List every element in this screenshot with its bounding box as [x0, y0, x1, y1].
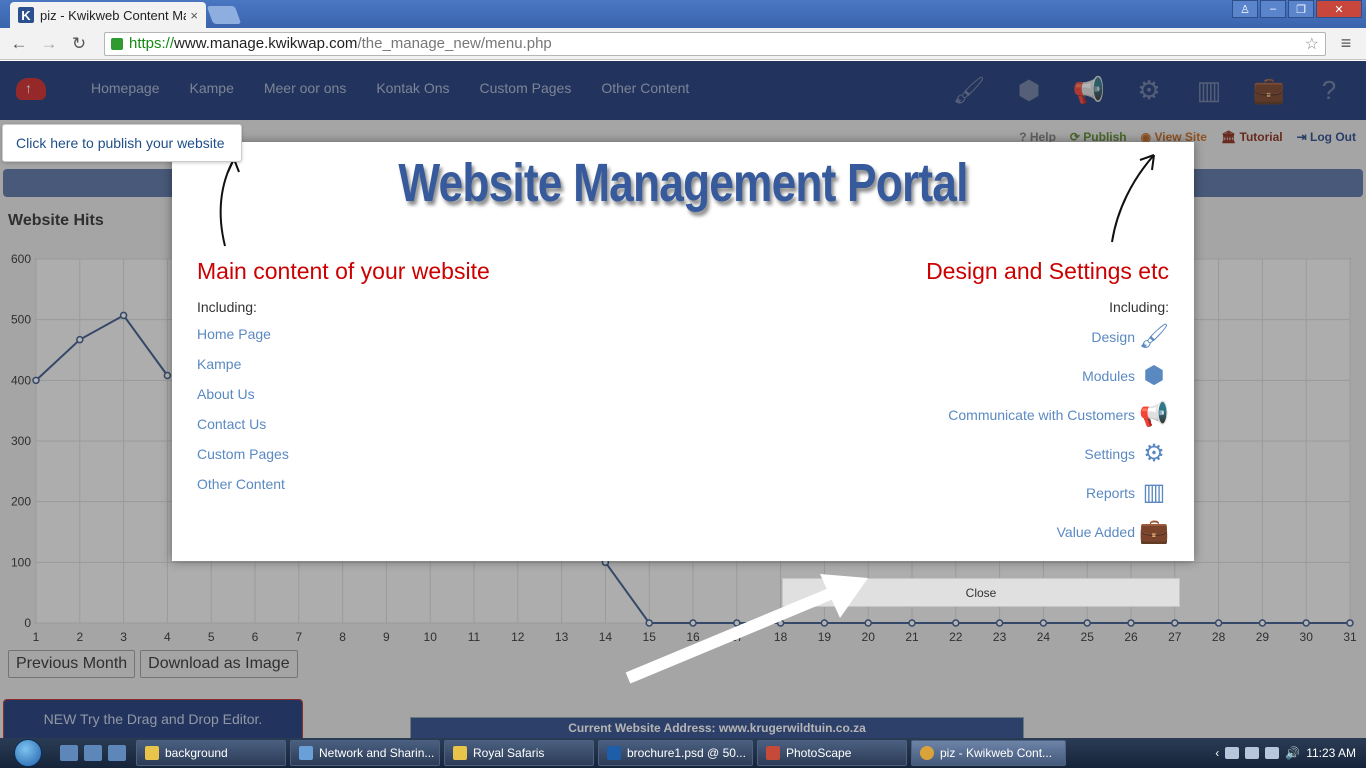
kwikweb-favicon-icon: K [18, 7, 34, 23]
link-custom-pages[interactable]: Custom Pages [197, 439, 490, 469]
gears-icon: ⚙ [1143, 440, 1165, 467]
hamburger-menu-icon[interactable]: ≡ [1334, 33, 1358, 54]
address-bar[interactable]: https:// www.manage.kwikwap.com /the_man… [104, 31, 1326, 56]
arrow-left-icon [219, 158, 240, 247]
publish-tooltip[interactable]: Click here to publish your website [2, 124, 242, 162]
back-arrow-icon[interactable]: ← [8, 34, 30, 54]
link-contact-us[interactable]: Contact Us [197, 409, 490, 439]
browser-tab[interactable]: K piz - Kwikweb Content Ma × [10, 2, 206, 28]
windows-taskbar: background Network and Sharin... Royal S… [0, 738, 1366, 768]
right-including-label: Including: [1109, 299, 1169, 315]
link-value-added[interactable]: Value Added 💼 [926, 512, 1169, 551]
taskbar-item-photoshop[interactable]: brochure1.psd @ 50... [598, 740, 753, 766]
explorer-icon[interactable] [84, 745, 102, 761]
design-settings-heading: Design and Settings etc [926, 258, 1169, 284]
folder-icon [145, 746, 159, 760]
taskbar-label: background [165, 746, 228, 760]
link-about-us[interactable]: About Us [197, 379, 490, 409]
briefcase-icon: 💼 [1139, 518, 1169, 545]
paintbrush-icon: 🖌 [1138, 323, 1170, 350]
value-added-label: Value Added [1056, 523, 1135, 540]
volume-icon[interactable]: 🔊 [1285, 746, 1300, 760]
folder-icon [453, 746, 467, 760]
link-home-page[interactable]: Home Page [197, 319, 490, 349]
maximize-icon[interactable]: ❐ [1288, 0, 1314, 18]
link-modules[interactable]: Modules ⬢ [926, 356, 1169, 395]
browser-toolbar: ← → ↻ https:// www.manage.kwikwap.com /t… [0, 28, 1366, 60]
taskbar-label: Royal Safaris [473, 746, 545, 760]
window-controls: ♙ – ❐ ✕ [1232, 0, 1362, 18]
portal-modal: Website Management Portal Main content o… [172, 142, 1194, 561]
new-tab-button[interactable] [206, 6, 242, 24]
system-tray: ‹ 🔊 11:23 AM [1215, 746, 1366, 760]
tray-app-icon[interactable] [1225, 747, 1240, 759]
modules-label: Modules [1082, 367, 1135, 384]
link-communicate[interactable]: Communicate with Customers 📢 [926, 395, 1169, 434]
windows-logo-icon [14, 739, 42, 767]
left-including-label: Including: [197, 299, 257, 315]
taskbar-item-background[interactable]: background [136, 740, 286, 766]
settings-label: Settings [1084, 445, 1135, 462]
url-host: www.manage.kwikwap.com [174, 35, 358, 52]
link-kampe[interactable]: Kampe [197, 349, 490, 379]
taskbar-item-network[interactable]: Network and Sharin... [290, 740, 440, 766]
browser-tabstrip: K piz - Kwikweb Content Ma × ♙ – ❐ ✕ [0, 0, 1366, 28]
pointer-arrow-icon [625, 574, 868, 684]
bar-chart-icon: ▥ [1142, 479, 1166, 506]
bookmark-star-icon[interactable]: ☆ [1305, 34, 1319, 54]
chrome-icon [920, 746, 934, 760]
show-desktop-icon[interactable] [60, 745, 78, 761]
link-design[interactable]: Design 🖌 [926, 317, 1169, 356]
arrow-right-icon [1111, 154, 1155, 243]
start-button[interactable] [8, 738, 48, 768]
link-reports[interactable]: Reports ▥ [926, 473, 1169, 512]
taskbar-label: Network and Sharin... [319, 746, 435, 760]
cubes-icon: ⬢ [1143, 362, 1165, 389]
quick-launch [60, 745, 126, 761]
taskbar-label: piz - Kwikweb Cont... [940, 746, 1053, 760]
taskbar-item-photoscape[interactable]: PhotoScape [757, 740, 907, 766]
megaphone-icon: 📢 [1139, 401, 1169, 428]
link-other-content[interactable]: Other Content [197, 469, 490, 499]
site-page: Homepage Kampe Meer oor ons Kontak Ons C… [0, 61, 1366, 738]
tray-expand-icon[interactable]: ‹ [1215, 746, 1219, 760]
url-path: /the_manage_new/menu.php [357, 35, 552, 52]
taskbar-label: PhotoScape [786, 746, 852, 760]
url-scheme: https:// [129, 35, 175, 52]
design-label: Design [1091, 328, 1135, 345]
clock[interactable]: 11:23 AM [1306, 746, 1356, 760]
network-icon [299, 746, 313, 760]
main-content-heading: Main content of your website [197, 258, 490, 284]
forward-arrow-icon[interactable]: → [38, 34, 60, 54]
window-close-icon[interactable]: ✕ [1316, 0, 1362, 18]
reports-label: Reports [1085, 484, 1135, 501]
minimize-icon[interactable]: – [1260, 0, 1286, 18]
tray-flag-icon[interactable] [1245, 747, 1260, 759]
portal-title: Website Management Portal [398, 153, 968, 213]
main-content-column: Main content of your website Including: … [197, 258, 490, 499]
tab-title: piz - Kwikweb Content Ma [40, 7, 187, 23]
tray-network-icon[interactable] [1265, 747, 1280, 759]
reload-icon[interactable]: ↻ [68, 34, 90, 54]
user-icon[interactable]: ♙ [1232, 0, 1258, 18]
design-settings-column: Design and Settings etc Including: Desig… [926, 258, 1169, 551]
internet-explorer-icon[interactable] [108, 745, 126, 761]
taskbar-item-royal-safaris[interactable]: Royal Safaris [444, 740, 594, 766]
taskbar-label: brochure1.psd @ 50... [627, 746, 746, 760]
link-settings[interactable]: Settings ⚙ [926, 434, 1169, 473]
lock-icon [111, 37, 123, 50]
tab-close-icon[interactable]: × [190, 8, 198, 23]
photoscape-icon [766, 746, 780, 760]
communicate-label: Communicate with Customers [948, 406, 1135, 423]
taskbar-item-chrome[interactable]: piz - Kwikweb Cont... [911, 740, 1066, 766]
photoshop-icon [607, 746, 621, 760]
